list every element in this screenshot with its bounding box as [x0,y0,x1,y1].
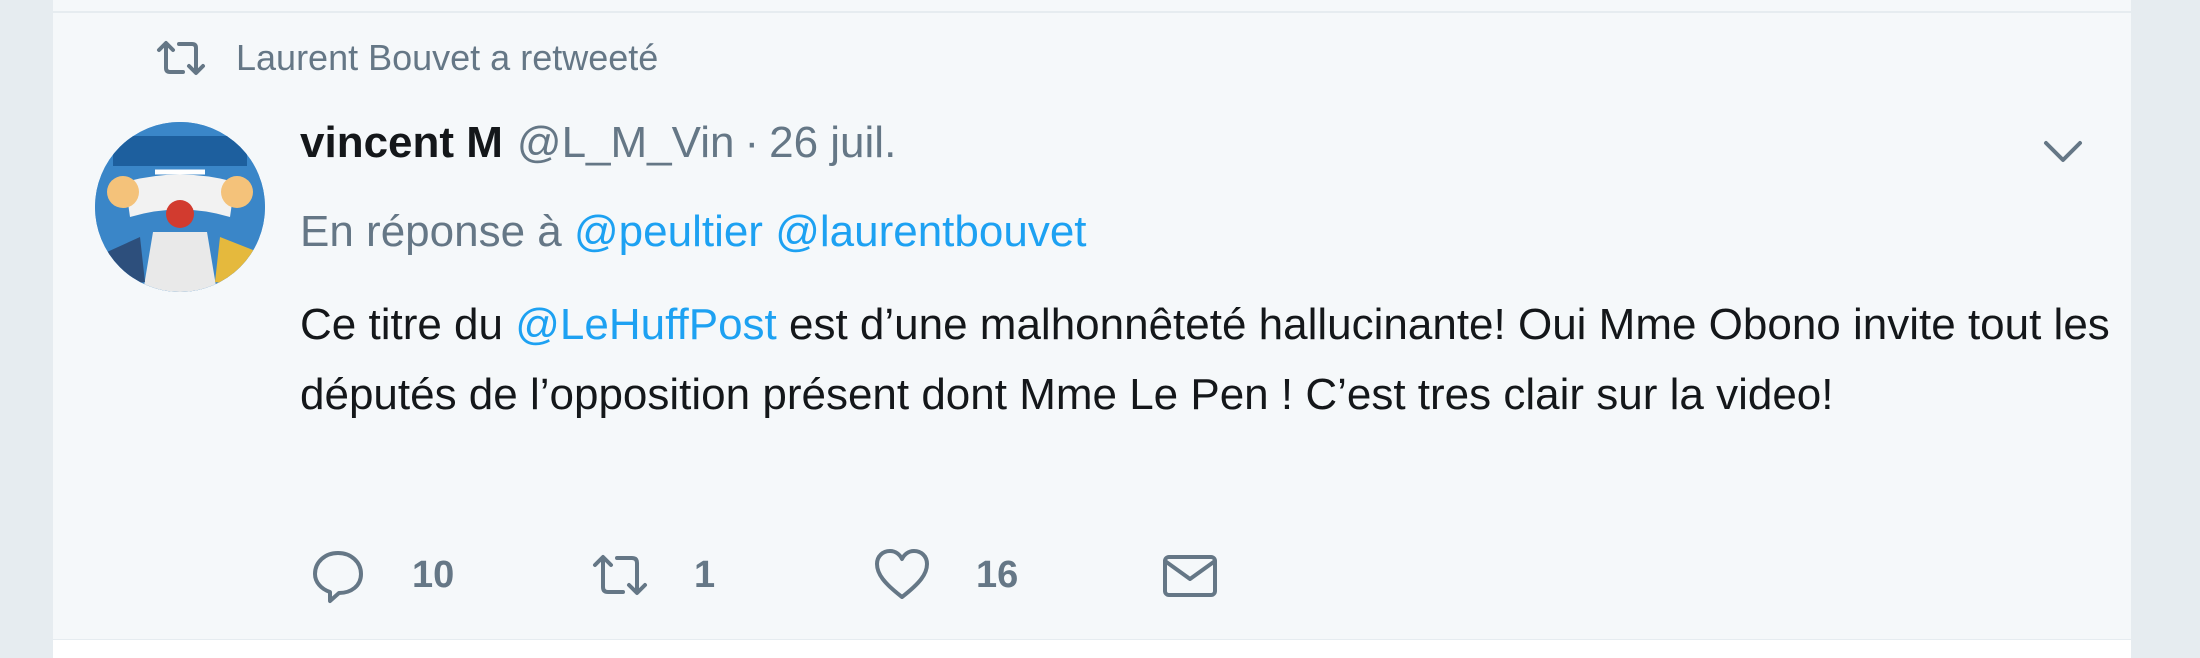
avatar[interactable] [95,122,265,292]
heart-icon [875,549,929,599]
previous-tweet-edge [53,0,2131,12]
reply-prefix: En réponse à [300,207,562,256]
reply-mention-peultier[interactable]: @peultier [574,207,763,256]
retweet-context-label: Laurent Bouvet a retweeté [236,37,659,78]
author-handle[interactable]: @L_M_Vin [517,118,735,168]
reply-context: En réponse à @peultier @laurentbouvet [300,207,1087,257]
mention-lehuffpost[interactable]: @LeHuffPost [515,300,777,349]
chevron-down-icon[interactable] [2040,128,2086,174]
reply-mention-laurentbouvet[interactable]: @laurentbouvet [775,207,1086,256]
reply-icon [313,551,363,603]
tweet-header: vincent M @L_M_Vin · 26 juil. [300,118,896,184]
envelope-icon [1163,555,1217,597]
direct-message-button[interactable] [1160,540,1220,610]
header-separator: · [744,118,760,167]
like-button[interactable]: 16 [872,540,1018,610]
retweet-count: 1 [694,553,716,596]
reply-button[interactable]: 10 [308,540,454,610]
tweet-text: Ce titre du @LeHuffPost est d’une malhon… [300,290,2110,430]
next-tweet-edge [53,640,2131,658]
tweet-date[interactable]: 26 juil. [769,118,896,168]
tweet-text-start: Ce titre du [300,300,516,349]
reply-count: 10 [412,553,455,596]
author-name[interactable]: vincent M [300,118,503,168]
retweet-context: Laurent Bouvet a retweeté [155,37,659,78]
retweet-icon [157,41,205,75]
retweet-icon [593,555,647,595]
retweet-button[interactable]: 1 [590,540,715,610]
like-count: 16 [976,553,1019,596]
